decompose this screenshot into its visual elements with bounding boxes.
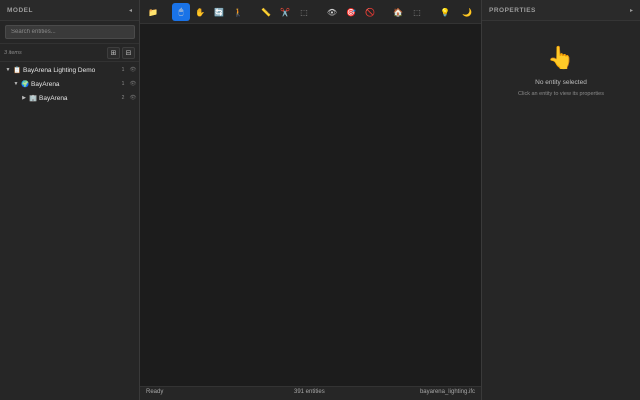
building-icon: 🏢: [28, 95, 38, 102]
tree-item-count: 1: [121, 81, 125, 87]
entity-tree: ▼ 📋 BayArena Lighting Demo 1 👁 ▼ 🌍 BayAr…: [0, 62, 139, 105]
globe-icon: 🌍: [20, 81, 30, 88]
tree-item-label: BayArena Lighting Demo: [23, 66, 96, 74]
empty-state-hint: Click an entity to view its properties: [518, 91, 604, 97]
status-text: Ready: [146, 389, 164, 395]
tree-item-count: 1: [121, 67, 125, 73]
section-icon[interactable]: ✂️: [276, 3, 294, 21]
3d-viewport[interactable]: [140, 24, 481, 386]
item-count: 3 items: [4, 49, 22, 56]
collapse-right-icon[interactable]: ▸: [630, 7, 633, 14]
walk-icon[interactable]: 🚶: [229, 3, 247, 21]
visibility-icon[interactable]: 👁: [323, 3, 341, 21]
main-toolbar: 📁 🖱 ✋ 🔄 🚶 📏 ✂️ ⬚ 👁 🎯 🚫 🏠 ⬚ 💡 🌙: [140, 0, 481, 24]
caret-down-icon[interactable]: ▼: [4, 67, 12, 73]
select-icon[interactable]: 🖱: [172, 3, 190, 21]
caret-down-icon[interactable]: ▼: [12, 81, 20, 87]
file-name: bayarena_lighting.ifc: [419, 389, 475, 395]
tree-actions: ⊞ ⊟: [107, 46, 135, 59]
properties-empty-state: 👆 No entity selected Click an entity to …: [482, 21, 640, 97]
box-select-icon[interactable]: ⬚: [295, 3, 313, 21]
eye-icon[interactable]: 👁: [127, 81, 139, 87]
properties-panel-header: PROPERTIES ▸: [482, 0, 640, 21]
pointer-hand-icon: 👆: [547, 45, 575, 70]
tree-item-project[interactable]: ▼ 📋 BayArena Lighting Demo 1 👁: [0, 63, 139, 77]
search-input[interactable]: [5, 25, 135, 39]
measure-icon[interactable]: 📏: [257, 3, 275, 21]
isolate-icon[interactable]: 🎯: [342, 3, 360, 21]
tree-item-site[interactable]: ▼ 🌍 BayArena 1 👁: [0, 77, 139, 91]
light-icon[interactable]: 💡: [436, 3, 454, 21]
collapse-left-icon[interactable]: ◂: [129, 7, 132, 14]
tree-item-label: BayArena: [39, 94, 68, 102]
eye-icon[interactable]: 👁: [127, 67, 139, 73]
fit-view-icon[interactable]: ⬚: [408, 3, 426, 21]
entity-count: 391 entities: [294, 389, 325, 395]
empty-state-title: No entity selected: [535, 79, 587, 86]
expand-all-icon[interactable]: ⊞: [107, 46, 120, 59]
caret-right-icon[interactable]: ▶: [20, 95, 28, 101]
search-container: [0, 21, 139, 44]
hide-icon[interactable]: 🚫: [361, 3, 379, 21]
eye-icon[interactable]: 👁: [127, 95, 139, 101]
collapse-all-icon[interactable]: ⊟: [122, 46, 135, 59]
tree-toolbar: 3 items ⊞ ⊟: [0, 44, 139, 62]
status-bar: Ready 391 entities bayarena_lighting.ifc: [140, 386, 481, 400]
properties-panel-title: PROPERTIES: [489, 6, 536, 14]
clipboard-icon: 📋: [12, 67, 22, 74]
moon-icon[interactable]: 🌙: [458, 3, 476, 21]
tree-item-label: BayArena: [31, 80, 60, 88]
model-panel: MODEL ◂ 3 items ⊞ ⊟ ▼ 📋 BayArena Lightin…: [0, 0, 140, 400]
home-icon[interactable]: 🏠: [389, 3, 407, 21]
folder-icon[interactable]: 📁: [144, 3, 162, 21]
properties-panel: PROPERTIES ▸ 👆 No entity selected Click …: [481, 0, 640, 400]
model-panel-title: MODEL: [7, 6, 33, 14]
model-panel-header: MODEL ◂: [0, 0, 139, 21]
orbit-icon[interactable]: 🔄: [210, 3, 228, 21]
pan-icon[interactable]: ✋: [191, 3, 209, 21]
tree-item-count: 2: [121, 95, 125, 101]
tree-item-building[interactable]: ▶ 🏢 BayArena 2 👁: [0, 91, 139, 105]
